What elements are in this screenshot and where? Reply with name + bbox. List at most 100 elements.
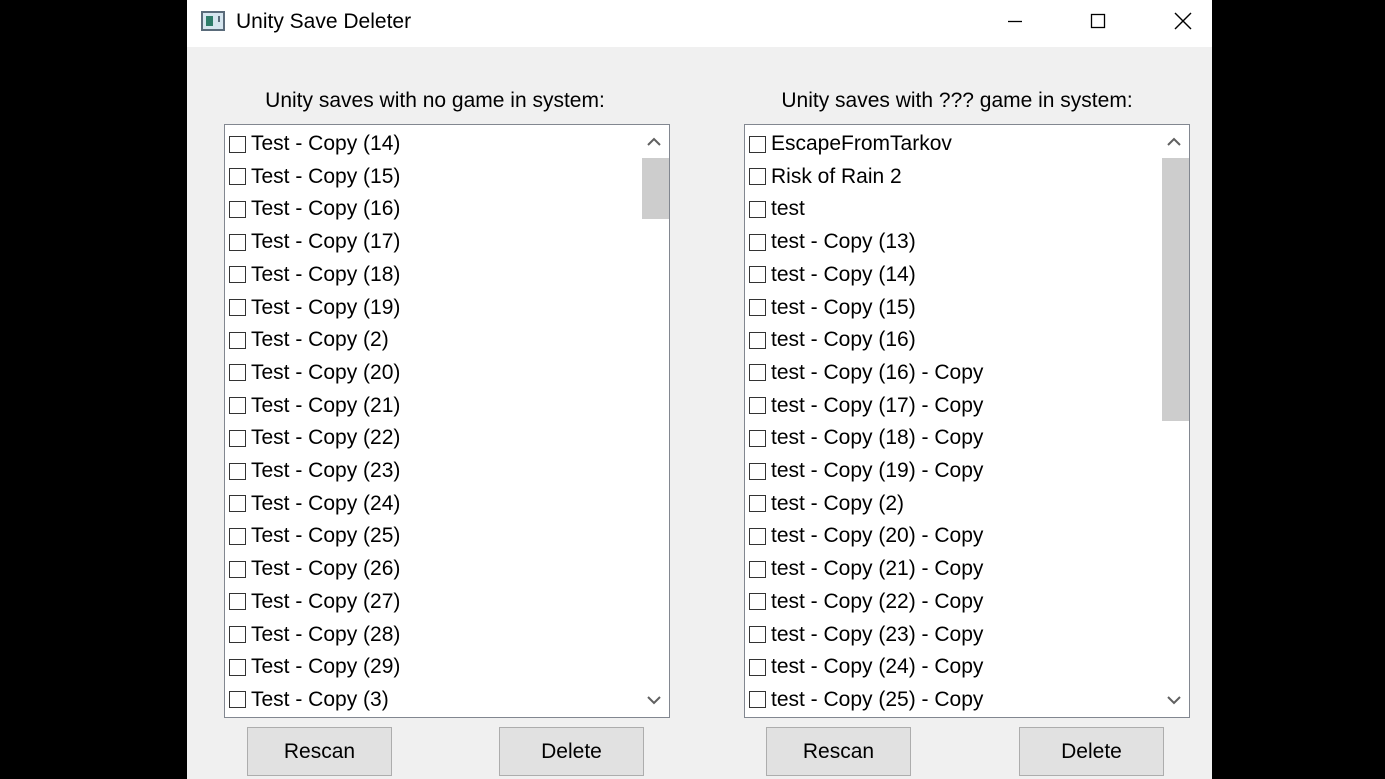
right-scroll-thumb[interactable] — [1162, 158, 1189, 421]
checkbox[interactable] — [229, 200, 246, 218]
checkbox[interactable] — [229, 331, 246, 349]
checkbox[interactable] — [749, 299, 766, 316]
checkbox[interactable] — [229, 658, 246, 676]
left-delete-button[interactable]: Delete — [499, 727, 644, 776]
list-item[interactable]: test - Copy (2) — [749, 489, 904, 519]
checkbox[interactable] — [229, 429, 246, 447]
list-item[interactable]: Test - Copy (24) — [229, 489, 400, 519]
left-rescan-button[interactable]: Rescan — [247, 727, 392, 776]
left-panel-label: Unity saves with no game in system: — [265, 89, 605, 112]
list-item[interactable]: Test - Copy (22) — [229, 423, 400, 453]
list-item[interactable]: Test - Copy (29) — [229, 652, 400, 682]
list-item[interactable]: Test - Copy (17) — [229, 227, 400, 257]
list-item[interactable]: test - Copy (19) - Copy — [749, 456, 983, 486]
list-item[interactable]: test - Copy (18) - Copy — [749, 423, 983, 453]
checkbox[interactable] — [229, 266, 246, 284]
right-scrollbar[interactable] — [1159, 125, 1189, 717]
checkbox[interactable] — [749, 527, 766, 545]
checkbox[interactable] — [749, 691, 766, 709]
checkbox[interactable] — [229, 233, 246, 251]
list-item[interactable]: Test - Copy (26) — [229, 554, 400, 584]
checkbox[interactable] — [229, 364, 246, 382]
checkbox[interactable] — [749, 200, 766, 218]
list-item[interactable]: test — [749, 194, 805, 224]
list-item[interactable]: Test - Copy (15) — [229, 162, 400, 192]
scroll-up-button[interactable] — [1159, 127, 1189, 157]
checkbox[interactable] — [749, 397, 766, 415]
checkbox[interactable] — [749, 658, 766, 676]
list-item[interactable]: Test - Copy (28) — [229, 620, 400, 650]
list-item[interactable]: test - Copy (22) - Copy — [749, 587, 983, 617]
checkbox[interactable] — [229, 462, 246, 480]
scroll-up-button[interactable] — [639, 127, 669, 157]
list-item[interactable]: test - Copy (16) — [749, 325, 916, 355]
list-item-label: Test - Copy (26) — [251, 557, 401, 581]
left-scrollbar[interactable] — [639, 125, 669, 717]
list-item[interactable]: Test - Copy (25) — [229, 521, 400, 551]
list-item[interactable]: Test - Copy (21) — [229, 391, 400, 421]
scroll-down-button[interactable] — [639, 685, 669, 715]
list-item[interactable]: Test - Copy (19) — [229, 293, 400, 323]
list-item[interactable]: test - Copy (16) - Copy — [749, 358, 983, 388]
left-scroll-thumb[interactable] — [642, 158, 669, 219]
list-item[interactable]: Test - Copy (18) — [229, 260, 400, 290]
list-item-label: test - Copy (18) - Copy — [771, 426, 984, 450]
list-item[interactable]: test - Copy (24) - Copy — [749, 652, 983, 682]
list-item[interactable]: Test - Copy (14) — [229, 129, 400, 159]
checkbox[interactable] — [229, 626, 246, 643]
list-item[interactable]: Test - Copy (23) — [229, 456, 400, 486]
list-item[interactable]: test - Copy (14) — [749, 260, 916, 290]
list-item[interactable]: test - Copy (25) - Copy — [749, 685, 983, 715]
window-title: Unity Save Deleter — [236, 10, 412, 33]
list-item[interactable]: Test - Copy (20) — [229, 358, 400, 388]
list-item[interactable]: test - Copy (20) - Copy — [749, 521, 983, 551]
list-item[interactable]: Test - Copy (2) — [229, 325, 389, 355]
left-save-listbox[interactable]: Test - Copy (14) Test - Copy (15) Test - C… — [224, 124, 670, 718]
title-bar[interactable]: Unity Save Deleter — [187, 0, 1212, 47]
right-item-container: EscapeFromTarkov Risk of Rain 2 test test -… — [745, 125, 1157, 717]
close-button[interactable] — [1140, 0, 1212, 42]
checkbox[interactable] — [229, 691, 246, 709]
checkbox[interactable] — [749, 364, 766, 382]
checkbox[interactable] — [749, 168, 766, 186]
checkbox[interactable] — [229, 560, 246, 578]
checkbox[interactable] — [229, 397, 246, 415]
checkbox[interactable] — [749, 560, 766, 578]
checkbox[interactable] — [749, 266, 766, 284]
checkbox[interactable] — [749, 135, 766, 153]
checkbox[interactable] — [749, 626, 766, 643]
checkbox[interactable] — [749, 331, 766, 349]
checkbox[interactable] — [229, 527, 246, 545]
right-rescan-button[interactable]: Rescan — [766, 727, 911, 776]
list-item[interactable]: EscapeFromTarkov — [749, 129, 952, 159]
list-item-label: Risk of Rain 2 — [771, 164, 902, 188]
list-item[interactable]: test - Copy (13) — [749, 227, 916, 257]
list-item[interactable]: Test - Copy (16) — [229, 194, 400, 224]
list-item[interactable]: test - Copy (15) — [749, 293, 916, 323]
checkbox[interactable] — [229, 299, 246, 316]
maximize-button[interactable] — [1055, 0, 1141, 42]
checkbox[interactable] — [229, 495, 246, 513]
checkbox[interactable] — [749, 429, 766, 447]
checkbox[interactable] — [749, 462, 766, 480]
checkbox[interactable] — [749, 495, 766, 513]
scroll-down-button[interactable] — [1159, 685, 1189, 715]
checkbox[interactable] — [229, 168, 246, 186]
list-item[interactable]: Test - Copy (27) — [229, 587, 400, 617]
minimize-button[interactable] — [972, 0, 1058, 42]
list-item[interactable]: test - Copy (17) - Copy — [749, 391, 983, 421]
checkbox[interactable] — [229, 593, 246, 611]
right-delete-button[interactable]: Delete — [1019, 727, 1164, 776]
checkbox[interactable] — [229, 135, 246, 153]
list-item-label: test - Copy (2) — [771, 491, 905, 515]
list-item-label: Test - Copy (3) — [251, 687, 389, 711]
list-item[interactable]: Risk of Rain 2 — [749, 162, 902, 192]
checkbox[interactable] — [749, 233, 766, 251]
checkbox[interactable] — [749, 593, 766, 611]
list-item[interactable]: Test - Copy (3) — [229, 685, 389, 715]
list-item[interactable]: test - Copy (23) - Copy — [749, 620, 983, 650]
list-item[interactable]: test - Copy (21) - Copy — [749, 554, 983, 584]
list-item-label: test - Copy (23) - Copy — [771, 622, 984, 646]
right-save-listbox[interactable]: EscapeFromTarkov Risk of Rain 2 test test -… — [744, 124, 1190, 718]
list-item-label: test - Copy (24) - Copy — [771, 655, 984, 679]
